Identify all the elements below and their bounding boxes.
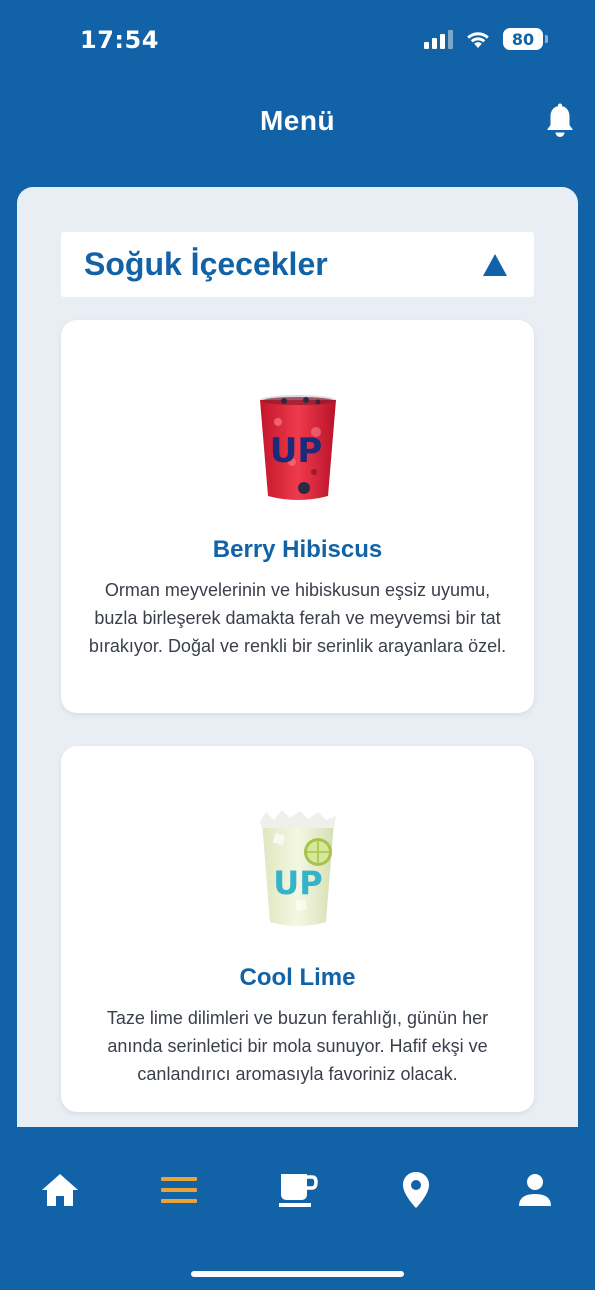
tab-profile[interactable] — [513, 1168, 557, 1212]
section-title: Soğuk İçecekler — [84, 246, 328, 282]
tab-menu[interactable] — [157, 1168, 201, 1212]
product-description: Taze lime dilimleri ve buzun ferahlığı, … — [106, 1008, 489, 1084]
menu-content[interactable]: Soğuk İçecekler UP Berry Hibiscus Orman … — [17, 187, 578, 1127]
profile-icon — [519, 1174, 551, 1206]
cellular-signal-icon — [424, 29, 453, 49]
product-name: Berry Hibiscus — [212, 536, 383, 563]
section-header-cold-drinks[interactable]: Soğuk İçecekler — [61, 232, 534, 297]
cool-lime-drink-image: UP — [259, 810, 336, 926]
menu-icon — [161, 1177, 197, 1203]
bell-icon[interactable] — [543, 103, 577, 139]
product-card[interactable]: UP Berry Hibiscus Orman meyvelerinin ve … — [61, 320, 534, 713]
product-description: Orman meyvelerinin ve hibiskusun eşsiz u… — [88, 580, 507, 656]
collapse-triangle-icon[interactable] — [482, 253, 508, 277]
tab-location[interactable] — [394, 1168, 438, 1212]
wifi-icon — [467, 32, 489, 48]
cup-logo: UP — [273, 864, 322, 902]
status-icons: 80 — [424, 28, 548, 50]
tab-bar — [0, 1127, 595, 1290]
battery-icon: 80 — [503, 28, 548, 50]
product-name: Cool Lime — [239, 964, 356, 991]
cup-logo: UP — [269, 431, 322, 471]
status-bar: 17:54 80 — [0, 0, 595, 80]
home-indicator[interactable] — [191, 1271, 404, 1277]
page-title: Menü — [259, 105, 336, 136]
tab-coffee[interactable] — [276, 1168, 320, 1212]
tab-home[interactable] — [38, 1168, 82, 1212]
berry-hibiscus-drink-image: UP — [259, 395, 336, 500]
product-card[interactable]: UP Cool Lime Taze lime dilimleri ve buzu… — [61, 746, 534, 1112]
location-pin-icon — [403, 1172, 429, 1208]
home-icon — [42, 1174, 78, 1206]
app-header: Menü — [0, 95, 595, 147]
status-time: 17:54 — [80, 26, 159, 54]
coffee-cup-icon — [279, 1174, 318, 1207]
